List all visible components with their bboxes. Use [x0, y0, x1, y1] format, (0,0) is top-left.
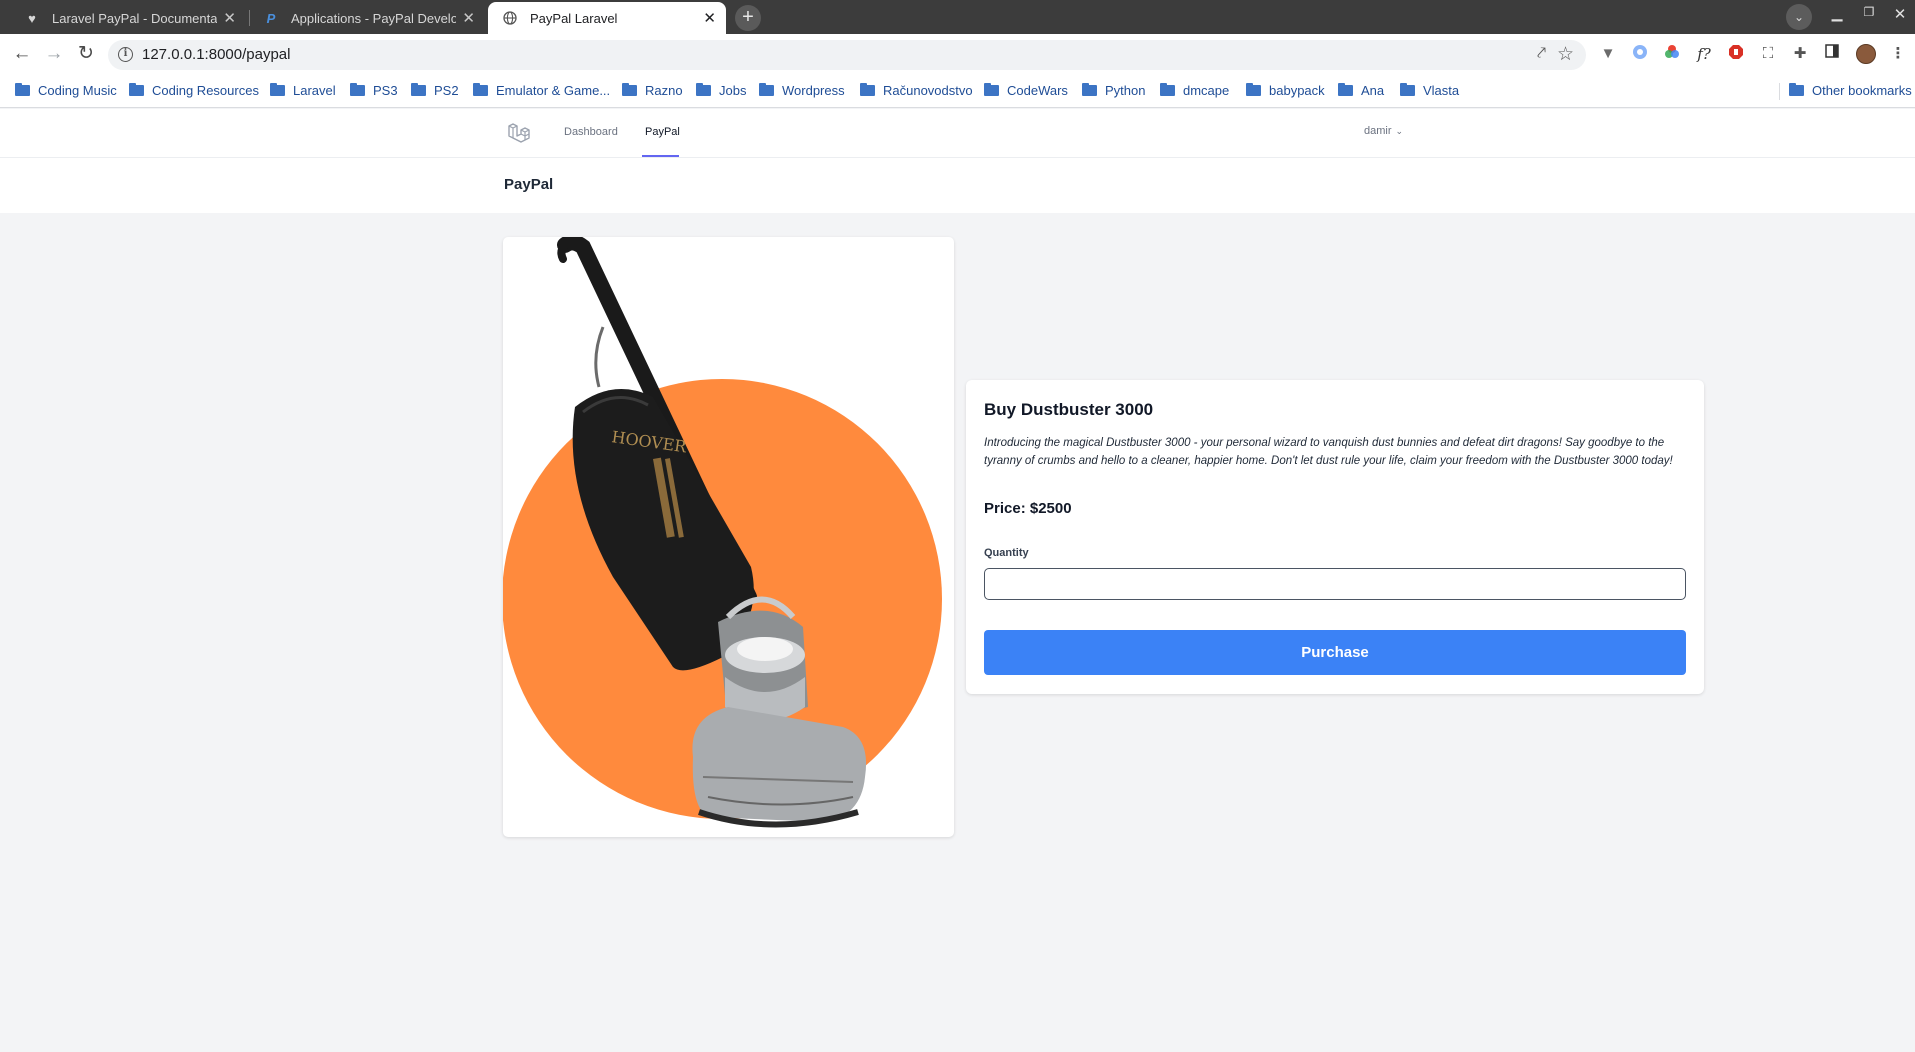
user-name: damir [1364, 125, 1392, 137]
bookmark-folder[interactable]: Ana [1338, 83, 1384, 98]
bookmark-folder[interactable]: Coding Music [15, 83, 117, 98]
vacuum-cleaner-image: HOOVER [503, 237, 942, 828]
screenshot-icon[interactable]: ⛶ [1758, 44, 1778, 64]
chevron-down-icon: ⌄ [1395, 125, 1404, 136]
close-tab-icon[interactable]: ✕ [703, 9, 716, 27]
close-window-icon[interactable]: ✕ [1888, 5, 1912, 23]
product-image-card: HOOVER [503, 237, 954, 837]
extension-search-icon[interactable] [1630, 44, 1650, 64]
folder-icon [1160, 83, 1175, 96]
purchase-card: Buy Dustbuster 3000 Introducing the magi… [966, 380, 1704, 694]
folder-icon [984, 83, 999, 96]
profile-avatar[interactable] [1856, 44, 1876, 64]
product-description: Introducing the magical Dustbuster 3000 … [984, 437, 1673, 467]
bookmark-folder[interactable]: Računovodstvo [860, 83, 973, 98]
folder-icon [15, 83, 30, 96]
laravel-logo-icon[interactable] [506, 121, 530, 145]
bookmark-folder[interactable]: Python [1082, 83, 1145, 98]
minimize-icon[interactable]: ▁ [1825, 5, 1849, 22]
folder-icon [1338, 83, 1353, 96]
restore-icon[interactable]: ❐ [1857, 5, 1881, 19]
heart-icon: ♥ [28, 10, 36, 26]
bookmark-folder[interactable]: Vlasta [1400, 83, 1459, 98]
browser-toolbar: ← → ↻ i 127.0.0.1:8000/paypal ⤤ ☆ ▼ f? ⛶… [0, 34, 1915, 75]
color-picker-icon[interactable] [1662, 44, 1682, 64]
bookmark-folder[interactable]: PS3 [350, 83, 398, 98]
nav-paypal-link[interactable]: PayPal [645, 126, 680, 138]
share-icon[interactable]: ⤤ [1537, 45, 1546, 63]
folder-icon [129, 83, 144, 96]
folder-icon [759, 83, 774, 96]
folder-icon [411, 83, 426, 96]
menu-kebab-icon[interactable]: ⋮ [1888, 44, 1908, 64]
folder-icon [350, 83, 365, 96]
bookmark-folder[interactable]: dmcape [1160, 83, 1229, 98]
bookmarks-bar: Coding Music Coding Resources Laravel PS… [0, 75, 1915, 108]
new-tab-button[interactable]: + [735, 5, 761, 31]
folder-icon [270, 83, 285, 96]
bookmark-folder[interactable]: PS2 [411, 83, 459, 98]
extensions-puzzle-icon[interactable]: ✚ [1790, 44, 1810, 64]
paypal-icon: P [266, 10, 276, 26]
purchase-button[interactable]: Purchase [984, 630, 1686, 675]
bookmark-folder[interactable]: Emulator & Game... [473, 83, 610, 98]
folder-icon [860, 83, 875, 96]
globe-icon [502, 10, 518, 26]
bookmark-folder[interactable]: Coding Resources [129, 83, 259, 98]
url-text[interactable]: 127.0.0.1:8000/paypal [142, 46, 290, 63]
folder-icon [622, 83, 637, 96]
adblock-icon[interactable] [1726, 44, 1746, 64]
folder-icon [1246, 83, 1261, 96]
user-menu-dropdown[interactable]: damir ⌄ [1364, 125, 1403, 137]
page-title: PayPal [504, 176, 554, 193]
bookmark-folder[interactable]: Razno [622, 83, 683, 98]
back-icon[interactable]: ← [10, 43, 34, 67]
side-panel-icon[interactable] [1822, 44, 1842, 64]
folder-icon [1789, 83, 1804, 96]
tab-paypal-laravel[interactable]: PayPal Laravel ✕ [488, 2, 726, 34]
bookmark-folder[interactable]: Wordpress [759, 83, 845, 98]
folder-icon [1400, 83, 1415, 96]
app-navigation: Dashboard PayPal damir ⌄ [0, 109, 1915, 158]
address-bar[interactable]: i 127.0.0.1:8000/paypal ⤤ ☆ [108, 40, 1586, 70]
nav-dashboard-link[interactable]: Dashboard [564, 126, 618, 138]
folder-icon [1082, 83, 1097, 96]
browser-tab-bar: ♥ Laravel PayPal - Documentation ✕ P App… [0, 0, 1915, 34]
bookmark-folder[interactable]: babypack [1246, 83, 1325, 98]
tab-paypal-developer[interactable]: P Applications - PayPal Developer ✕ [249, 2, 485, 34]
tab-laravel-paypal-docs[interactable]: ♥ Laravel PayPal - Documentation ✕ [10, 2, 246, 34]
close-tab-icon[interactable]: ✕ [462, 9, 475, 27]
folder-icon [696, 83, 711, 96]
bookmark-folder[interactable]: Jobs [696, 83, 746, 98]
product-price: Price: $2500 [984, 500, 1072, 517]
vue-devtools-icon[interactable]: ▼ [1598, 44, 1618, 64]
close-tab-icon[interactable]: ✕ [223, 9, 236, 27]
tab-search-button[interactable]: ⌄ [1786, 4, 1812, 30]
bookmark-star-icon[interactable]: ☆ [1557, 43, 1574, 66]
product-title: Buy Dustbuster 3000 [984, 400, 1154, 419]
folder-icon [473, 83, 488, 96]
reload-icon[interactable]: ↻ [74, 43, 98, 67]
bookmark-folder[interactable]: CodeWars [984, 83, 1068, 98]
bookmark-folder[interactable]: Laravel [270, 83, 336, 98]
site-info-icon[interactable]: i [118, 47, 133, 62]
bookmarks-divider [1779, 83, 1780, 100]
quantity-label: Quantity [984, 547, 1029, 559]
active-nav-indicator [642, 155, 679, 157]
font-finder-icon[interactable]: f? [1694, 44, 1714, 64]
other-bookmarks-folder[interactable]: Other bookmarks [1789, 83, 1912, 98]
quantity-input[interactable] [984, 568, 1686, 600]
page-header: PayPal [0, 158, 1915, 213]
forward-icon[interactable]: → [42, 43, 66, 67]
